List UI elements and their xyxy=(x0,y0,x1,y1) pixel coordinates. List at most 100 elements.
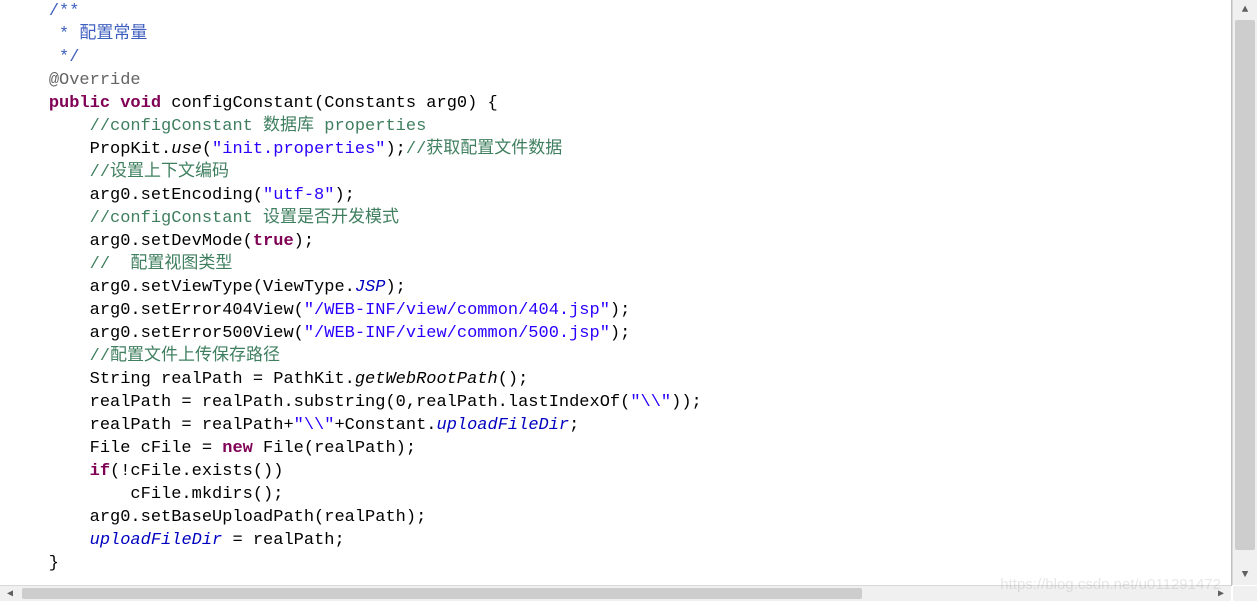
code-line[interactable]: public void configConstant(Constants arg… xyxy=(8,92,1231,115)
code-token: */ xyxy=(59,48,79,67)
code-token xyxy=(8,48,59,67)
code-token: "/WEB-INF/view/common/404.jsp" xyxy=(304,301,610,320)
code-token: configConstant(Constants arg0) { xyxy=(161,94,498,113)
code-line[interactable]: arg0.setBaseUploadPath(realPath); xyxy=(8,506,1231,529)
code-line[interactable]: PropKit.use("init.properties");//获取配置文件数… xyxy=(8,138,1231,161)
code-token: uploadFileDir xyxy=(90,531,223,550)
code-token: //设置上下文编码 xyxy=(90,163,229,182)
scroll-v-thumb[interactable] xyxy=(1235,20,1255,550)
code-token xyxy=(8,117,90,136)
code-token xyxy=(110,94,120,113)
code-token: new xyxy=(222,439,253,458)
code-line[interactable]: realPath = realPath+"\\"+Constant.upload… xyxy=(8,414,1231,437)
code-token: "\\" xyxy=(630,393,671,412)
code-line[interactable]: */ xyxy=(8,46,1231,69)
scroll-h-thumb[interactable] xyxy=(22,588,862,599)
code-token: void xyxy=(120,94,161,113)
code-token: String realPath = PathKit. xyxy=(8,370,355,389)
code-token: File cFile = xyxy=(8,439,222,458)
code-line[interactable]: arg0.setEncoding("utf-8"); xyxy=(8,184,1231,207)
code-line[interactable]: //configConstant 设置是否开发模式 xyxy=(8,207,1231,230)
code-token: ); xyxy=(385,278,405,297)
code-token: cFile.mkdirs(); xyxy=(8,485,283,504)
code-line[interactable]: } xyxy=(8,552,1231,575)
code-token: arg0.setEncoding( xyxy=(8,186,263,205)
code-token: /** xyxy=(49,2,80,21)
code-token: use xyxy=(171,140,202,159)
code-content[interactable]: /** * 配置常量 */ @Override public void conf… xyxy=(0,0,1231,575)
code-line[interactable]: realPath = realPath.substring(0,realPath… xyxy=(8,391,1231,414)
code-token: if xyxy=(90,462,110,481)
code-token: "utf-8" xyxy=(263,186,334,205)
code-token: File(realPath); xyxy=(253,439,416,458)
code-token: ); xyxy=(610,301,630,320)
code-token: arg0.setViewType(ViewType. xyxy=(8,278,355,297)
code-line[interactable]: //configConstant 数据库 properties xyxy=(8,115,1231,138)
code-token: realPath = realPath+ xyxy=(8,416,294,435)
scroll-v-track[interactable] xyxy=(1233,20,1257,565)
code-token: public xyxy=(49,94,110,113)
code-token: uploadFileDir xyxy=(437,416,570,435)
code-editor-viewport[interactable]: /** * 配置常量 */ @Override public void conf… xyxy=(0,0,1232,586)
code-token: getWebRootPath xyxy=(355,370,498,389)
code-token xyxy=(8,163,90,182)
code-token: PropKit. xyxy=(8,140,171,159)
code-token: +Constant. xyxy=(334,416,436,435)
code-token xyxy=(8,255,90,274)
code-token: //configConstant 数据库 properties xyxy=(90,117,427,136)
code-line[interactable]: //配置文件上传保存路径 xyxy=(8,345,1231,368)
code-token xyxy=(8,347,90,366)
code-token: arg0.setDevMode( xyxy=(8,232,253,251)
code-token: "init.properties" xyxy=(212,140,385,159)
code-token: // 配置视图类型 xyxy=(90,255,233,274)
code-token: true xyxy=(253,232,294,251)
code-token xyxy=(8,25,59,44)
code-token xyxy=(8,94,49,113)
code-token: ); xyxy=(294,232,314,251)
code-line[interactable]: arg0.setError500View("/WEB-INF/view/comm… xyxy=(8,322,1231,345)
code-token: ; xyxy=(569,416,579,435)
scroll-right-arrow[interactable]: ▶ xyxy=(1211,586,1231,601)
code-line[interactable]: File cFile = new File(realPath); xyxy=(8,437,1231,460)
code-token: )); xyxy=(671,393,702,412)
code-token: (); xyxy=(498,370,529,389)
code-token: arg0.setBaseUploadPath(realPath); xyxy=(8,508,426,527)
code-token: ); xyxy=(334,186,354,205)
code-line[interactable]: if(!cFile.exists()) xyxy=(8,460,1231,483)
code-token: arg0.setError404View( xyxy=(8,301,304,320)
code-token: realPath = realPath.substring(0,realPath… xyxy=(8,393,630,412)
code-token: ); xyxy=(385,140,405,159)
code-line[interactable]: String realPath = PathKit.getWebRootPath… xyxy=(8,368,1231,391)
code-token: (!cFile.exists()) xyxy=(110,462,283,481)
code-token: arg0.setError500View( xyxy=(8,324,304,343)
vertical-scrollbar[interactable]: ▲ ▼ xyxy=(1232,0,1257,585)
code-token xyxy=(8,462,90,481)
scrollbar-corner xyxy=(1233,586,1257,601)
scroll-down-arrow[interactable]: ▼ xyxy=(1233,565,1257,585)
code-line[interactable]: arg0.setDevMode(true); xyxy=(8,230,1231,253)
code-token: //获取配置文件数据 xyxy=(406,140,562,159)
code-line[interactable]: arg0.setError404View("/WEB-INF/view/comm… xyxy=(8,299,1231,322)
code-token xyxy=(8,531,90,550)
code-line[interactable]: * 配置常量 xyxy=(8,23,1231,46)
scroll-left-arrow[interactable]: ◀ xyxy=(0,586,20,601)
code-token: //配置文件上传保存路径 xyxy=(90,347,280,366)
code-line[interactable]: arg0.setViewType(ViewType.JSP); xyxy=(8,276,1231,299)
code-line[interactable]: uploadFileDir = realPath; xyxy=(8,529,1231,552)
code-line[interactable]: cFile.mkdirs(); xyxy=(8,483,1231,506)
code-line[interactable]: /** xyxy=(8,0,1231,23)
code-line[interactable]: //设置上下文编码 xyxy=(8,161,1231,184)
scroll-up-arrow[interactable]: ▲ xyxy=(1233,0,1257,20)
code-token xyxy=(8,71,49,90)
code-token xyxy=(8,209,90,228)
code-token: = realPath; xyxy=(222,531,344,550)
horizontal-scrollbar[interactable]: ◀ ▶ xyxy=(0,585,1231,601)
code-line[interactable]: @Override xyxy=(8,69,1231,92)
code-token: ( xyxy=(202,140,212,159)
code-token: JSP xyxy=(355,278,386,297)
code-line[interactable]: // 配置视图类型 xyxy=(8,253,1231,276)
code-token xyxy=(8,2,49,21)
code-token: } xyxy=(8,554,59,573)
code-token: //configConstant 设置是否开发模式 xyxy=(90,209,399,228)
code-token: "\\" xyxy=(294,416,335,435)
